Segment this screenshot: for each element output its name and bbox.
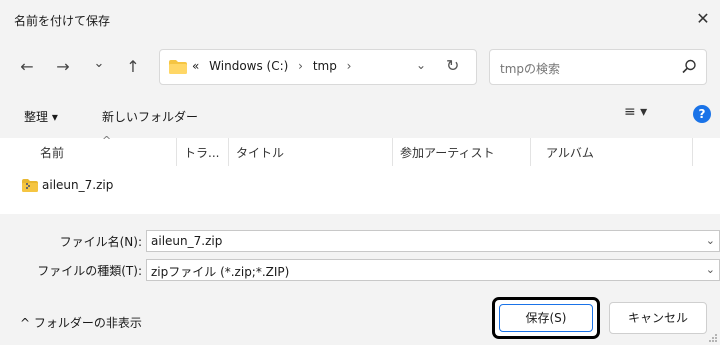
- breadcrumb: « Windows (C:) › tmp ›: [192, 59, 357, 73]
- column-divider[interactable]: [530, 138, 531, 166]
- filetype-select[interactable]: zipファイル (*.zip;*.ZIP) ⌄: [146, 259, 720, 281]
- column-header-track[interactable]: トラ...: [184, 144, 219, 161]
- column-header-artist[interactable]: 参加アーティスト: [400, 144, 495, 161]
- forward-arrow-icon[interactable]: →: [52, 56, 74, 78]
- filename-field[interactable]: aileun_7.zip ⌄: [146, 230, 720, 252]
- column-header-name[interactable]: 名前: [40, 144, 64, 161]
- recent-locations-chevron-icon[interactable]: ⌄: [88, 53, 110, 75]
- chevron-down-icon[interactable]: ⌄: [706, 234, 715, 247]
- search-box[interactable]: tmpの検索: [489, 49, 707, 85]
- cancel-button[interactable]: キャンセル: [609, 302, 707, 334]
- view-options-icon[interactable]: ≡ ▾: [624, 104, 647, 120]
- breadcrumb-separator-icon[interactable]: ›: [347, 59, 352, 73]
- breadcrumb-item-drive[interactable]: Windows (C:): [209, 59, 288, 73]
- breadcrumb-item-tmp[interactable]: tmp: [313, 59, 337, 73]
- column-header-title[interactable]: タイトル: [236, 144, 284, 161]
- column-divider[interactable]: [176, 138, 177, 166]
- save-button-highlight[interactable]: 保存(S): [492, 297, 600, 339]
- up-arrow-icon[interactable]: ↑: [122, 56, 144, 78]
- breadcrumb-separator-icon[interactable]: ›: [298, 59, 303, 73]
- address-bar[interactable]: « Windows (C:) › tmp › ⌄ ↻: [159, 49, 477, 85]
- back-arrow-icon[interactable]: ←: [16, 56, 38, 78]
- address-history-chevron-icon[interactable]: ⌄: [416, 58, 426, 72]
- refresh-icon[interactable]: ↻: [446, 56, 459, 75]
- filename-value[interactable]: aileun_7.zip: [151, 234, 222, 248]
- sort-ascending-icon: ^: [102, 134, 112, 147]
- search-icon[interactable]: [680, 58, 698, 76]
- column-header-album[interactable]: アルバム: [546, 144, 594, 161]
- chevron-down-icon[interactable]: ⌄: [706, 263, 715, 276]
- filetype-value[interactable]: zipファイル (*.zip;*.ZIP): [151, 263, 289, 280]
- close-icon[interactable]: ✕: [690, 6, 716, 32]
- column-divider[interactable]: [692, 138, 693, 166]
- search-input[interactable]: tmpの検索: [500, 60, 560, 77]
- column-divider[interactable]: [392, 138, 393, 166]
- window-title: 名前を付けて保存: [14, 14, 111, 28]
- file-list-item[interactable]: aileun_7.zip: [42, 178, 113, 192]
- filename-label: ファイル名(N):: [59, 235, 142, 249]
- organize-menu-button[interactable]: 整理 ▾: [24, 108, 58, 125]
- resize-grip-icon[interactable]: [708, 333, 718, 343]
- help-icon[interactable]: ?: [693, 105, 711, 123]
- new-folder-button[interactable]: 新しいフォルダー: [102, 108, 198, 125]
- save-button[interactable]: 保存(S): [499, 304, 593, 332]
- filetype-label: ファイルの種類(T):: [37, 264, 142, 278]
- column-divider[interactable]: [228, 138, 229, 166]
- breadcrumb-overflow[interactable]: «: [192, 59, 199, 73]
- zip-folder-icon: [22, 179, 38, 192]
- folder-icon: [169, 60, 187, 74]
- hide-folders-toggle[interactable]: ^ フォルダーの非表示: [20, 314, 142, 331]
